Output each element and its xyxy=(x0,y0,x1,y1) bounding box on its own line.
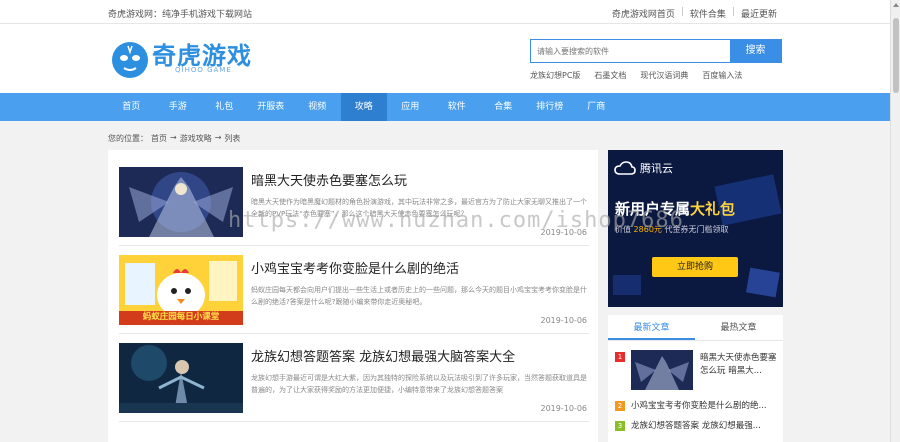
sidebar-list-item[interactable]: 2 小鸡宝宝考考你变脸是什么剧的绝... xyxy=(615,399,780,413)
divider: | xyxy=(731,7,735,17)
site-header: 奇虎游戏 QIHOO GAME 搜索 龙族幻想PC版 石墨文档 现代汉语词典 百… xyxy=(0,24,890,93)
buy-now-button[interactable]: 立即抢购 xyxy=(652,257,738,277)
breadcrumb: 您的位置： 首页 → 游戏攻略 → 列表 xyxy=(108,133,240,144)
breadcrumb-home[interactable]: 首页 xyxy=(151,133,167,144)
nav-item-guides[interactable]: 攻略 xyxy=(340,93,387,121)
article-date: 2019-10-06 xyxy=(540,404,588,413)
article-summary: 蚂蚁庄园每天都会向用户们提出一些生活上或者历史上的一些问题，那么今天的题目小鸡宝… xyxy=(251,286,587,306)
divider: | xyxy=(680,7,684,17)
top-links: 奇虎游戏网首页 | 软件合集 | 最近更新 xyxy=(612,7,777,20)
nav-item-software[interactable]: 软件 xyxy=(434,93,481,121)
search-button[interactable]: 搜索 xyxy=(730,40,781,62)
sidebar-list-item[interactable]: 1 暗黑大天使赤色要塞怎么玩 暗黑大... xyxy=(615,350,780,390)
sidebar-item-title[interactable]: 龙族幻想答题答案 龙族幻想最强... xyxy=(631,421,761,431)
breadcrumb-separator: → xyxy=(214,133,222,142)
hotword-link[interactable]: 石墨文档 xyxy=(594,70,626,81)
nav-item-mobile-games[interactable]: 手游 xyxy=(155,93,202,121)
hotword-link[interactable]: 龙族幻想PC版 xyxy=(530,70,580,81)
nav-item-gift-packs[interactable]: 礼包 xyxy=(201,93,248,121)
nav-item-apps[interactable]: 应用 xyxy=(387,93,434,121)
ad-brand-name: 腾讯云 xyxy=(640,162,673,175)
site-logo-subtext: QIHOO GAME xyxy=(175,66,232,74)
cloud-icon xyxy=(614,161,636,175)
sidebar-tabs: 最新文章 最热文章 xyxy=(608,315,783,341)
rank-badge: 1 xyxy=(615,352,625,362)
scroll-up-arrow-icon[interactable] xyxy=(893,3,899,7)
nav-item-rankings[interactable]: 排行榜 xyxy=(527,93,574,121)
article-title[interactable]: 龙族幻想答题答案 龙族幻想最强大脑答案大全 xyxy=(251,346,515,365)
article-item[interactable]: 蚂蚁庄园每日小课堂 小鸡宝宝考考你变脸是什么剧的绝活 蚂蚁庄园每天都会向用户们提… xyxy=(119,246,589,334)
article-list: 暗黑大天使赤色要塞怎么玩 暗黑大天使作为暗黑魔幻题材的角色扮演游戏，其中玩法非常… xyxy=(108,150,598,442)
link-recent-updates[interactable]: 最近更新 xyxy=(741,7,777,20)
article-date: 2019-10-06 xyxy=(540,316,588,325)
hot-search-words: 龙族幻想PC版 石墨文档 现代汉语词典 百度输入法 xyxy=(530,70,742,81)
hotword-link[interactable]: 现代汉语词典 xyxy=(640,70,688,81)
nav-item-videos[interactable]: 视频 xyxy=(294,93,341,121)
dark-angel-warrior-image[interactable] xyxy=(119,167,243,237)
sidebar-articles: 最新文章 最热文章 1 暗黑大天使赤色要塞怎么玩 暗黑大... 2 小鸡宝宝考考你… xyxy=(608,315,783,442)
tab-hot-articles[interactable]: 最热文章 xyxy=(695,315,782,340)
ad-headline-highlight: 大礼包 xyxy=(690,200,736,218)
link-home[interactable]: 奇虎游戏网首页 xyxy=(612,7,675,20)
article-title[interactable]: 小鸡宝宝考考你变脸是什么剧的绝活 xyxy=(251,258,459,277)
rank-badge: 3 xyxy=(615,421,625,431)
main-nav: 首页 手游 礼包 开服表 视频 攻略 应用 软件 合集 排行榜 厂商 xyxy=(0,93,890,121)
scrollbar-thumb[interactable] xyxy=(893,18,899,93)
link-collection[interactable]: 软件合集 xyxy=(690,7,726,20)
article-title[interactable]: 暗黑大天使赤色要塞怎么玩 xyxy=(251,170,407,189)
top-bar: 奇虎游戏网：纯净手机游戏下载网站 奇虎游戏网首页 | 软件合集 | 最近更新 xyxy=(0,0,900,24)
ad-brand: 腾讯云 xyxy=(614,160,673,176)
search-input[interactable] xyxy=(531,40,731,62)
sidebar-item-title[interactable]: 小鸡宝宝考考你变脸是什么剧的绝... xyxy=(631,401,767,411)
thumb-caption: 蚂蚁庄园每日小课堂 xyxy=(142,312,220,322)
nav-item-collections[interactable]: 合集 xyxy=(480,93,527,121)
site-tagline: 奇虎游戏网：纯净手机游戏下载网站 xyxy=(108,10,253,20)
breadcrumb-guides[interactable]: 游戏攻略 xyxy=(180,133,212,144)
breadcrumb-separator: → xyxy=(170,133,177,142)
article-item[interactable]: 龙族幻想答题答案 龙族幻想最强大脑答案大全 龙族幻想手游最近可谓是大红大紫，因为… xyxy=(119,334,589,422)
dark-angel-thumb-image[interactable] xyxy=(631,350,693,390)
chick-cartoon-image[interactable]: 蚂蚁庄园每日小课堂 xyxy=(119,255,243,325)
vertical-scrollbar[interactable] xyxy=(890,0,900,442)
search-box: 搜索 xyxy=(530,39,782,63)
nav-item-server-list[interactable]: 开服表 xyxy=(248,93,295,121)
sidebar-list-item[interactable]: 3 龙族幻想答题答案 龙族幻想最强... xyxy=(615,419,780,433)
nav-item-home[interactable]: 首页 xyxy=(108,93,155,121)
watermark-text: https://www.huzhan.com/ishop7686 xyxy=(228,208,684,233)
breadcrumb-label: 您的位置： xyxy=(108,134,148,143)
hotword-link[interactable]: 百度输入法 xyxy=(702,70,742,81)
sidebar-item-title[interactable]: 暗黑大天使赤色要塞怎么玩 暗黑大... xyxy=(700,352,780,378)
article-summary: 龙族幻想手游最近可谓是大红大紫，因为其独特的探险系统以及玩法吸引到了许多玩家，当… xyxy=(251,374,587,394)
dragon-raja-character-image[interactable] xyxy=(119,343,243,413)
breadcrumb-current: 列表 xyxy=(224,134,241,143)
tab-latest-articles[interactable]: 最新文章 xyxy=(608,315,695,340)
rank-badge: 2 xyxy=(615,401,625,411)
nav-item-vendors[interactable]: 厂商 xyxy=(573,93,620,121)
